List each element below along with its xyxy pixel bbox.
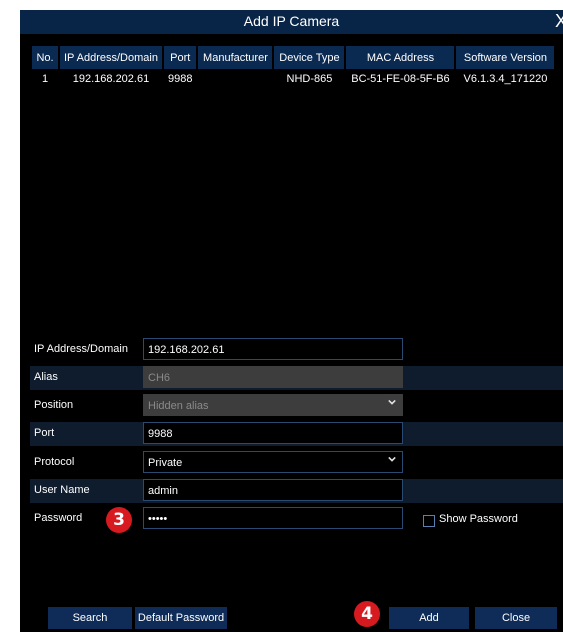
protocol-select[interactable]: Private [143, 451, 403, 473]
default-password-button[interactable]: Default Password [135, 607, 227, 629]
search-button[interactable]: Search [48, 607, 132, 629]
close-button[interactable]: Close [475, 607, 557, 629]
cell-port: 9988 [167, 73, 193, 85]
column-header-port[interactable]: Port [163, 46, 197, 69]
table-header-row: No. IP Address/Domain Port Manufacturer … [32, 46, 555, 69]
close-icon[interactable]: X [555, 10, 563, 32]
title-bar: Add IP Camera X [20, 10, 563, 34]
show-password-checkbox[interactable] [423, 515, 435, 527]
port-row: Port 9988 [30, 422, 563, 446]
column-header-no[interactable]: No. [32, 46, 58, 69]
port-label: Port [34, 427, 55, 439]
alias-label: Alias [34, 371, 58, 383]
password-label: Password [34, 512, 83, 524]
camera-search-results: No. IP Address/Domain Port Manufacturer … [32, 46, 563, 334]
cell-mac: BC-51-FE-08-5F-B6 [351, 73, 450, 85]
password-input[interactable]: ••••• [143, 507, 403, 529]
protocol-label: Protocol [34, 456, 75, 468]
column-header-manufacturer[interactable]: Manufacturer [198, 46, 273, 69]
dialog-title: Add IP Camera [243, 13, 340, 29]
camera-table: No. IP Address/Domain Port Manufacturer … [30, 46, 556, 89]
cell-ip: 192.168.202.61 [72, 73, 150, 85]
column-header-ip[interactable]: IP Address/Domain [60, 46, 162, 69]
position-select-value: Hidden alias [148, 400, 209, 412]
username-input[interactable]: admin [143, 479, 403, 501]
position-row: Position Hidden alias [30, 394, 415, 418]
alias-input: CH6 [143, 366, 403, 388]
protocol-row: Protocol Private [30, 451, 415, 475]
username-row: User Name admin [30, 479, 563, 503]
cell-device-type: NHD-865 [286, 73, 333, 85]
add-ip-camera-dialog: Add IP Camera X No. IP Address/Domain Po… [20, 10, 563, 632]
column-header-device-type[interactable]: Device Type [274, 46, 345, 69]
cell-manufacturer [198, 69, 272, 89]
alias-row: Alias CH6 [30, 366, 563, 390]
ip-address-row: IP Address/Domain 192.168.202.61 [30, 338, 415, 362]
cell-no: 1 [41, 73, 49, 85]
position-label: Position [34, 399, 74, 411]
chevron-down-icon [388, 456, 396, 462]
column-header-software-version[interactable]: Software Version [456, 46, 555, 69]
add-button[interactable]: Add [389, 607, 469, 629]
show-password-label[interactable]: Show Password [439, 513, 518, 525]
position-select: Hidden alias [143, 394, 403, 416]
chevron-down-icon [388, 399, 396, 405]
password-row: Password ••••• [30, 507, 415, 531]
port-input[interactable]: 9988 [143, 422, 403, 444]
step-4-badge: 4 [354, 601, 380, 627]
step-3-badge: 3 [106, 507, 132, 533]
ip-address-label: IP Address/Domain [34, 343, 128, 355]
column-header-mac[interactable]: MAC Address [346, 46, 455, 69]
cell-software-version: V6.1.3.4_171220 [463, 73, 548, 85]
username-label: User Name [34, 484, 90, 496]
ip-address-input[interactable]: 192.168.202.61 [143, 338, 403, 360]
protocol-select-value: Private [148, 457, 183, 469]
table-row[interactable]: 1 192.168.202.61 9988 NHD-865 BC-51-FE-0… [32, 69, 554, 89]
